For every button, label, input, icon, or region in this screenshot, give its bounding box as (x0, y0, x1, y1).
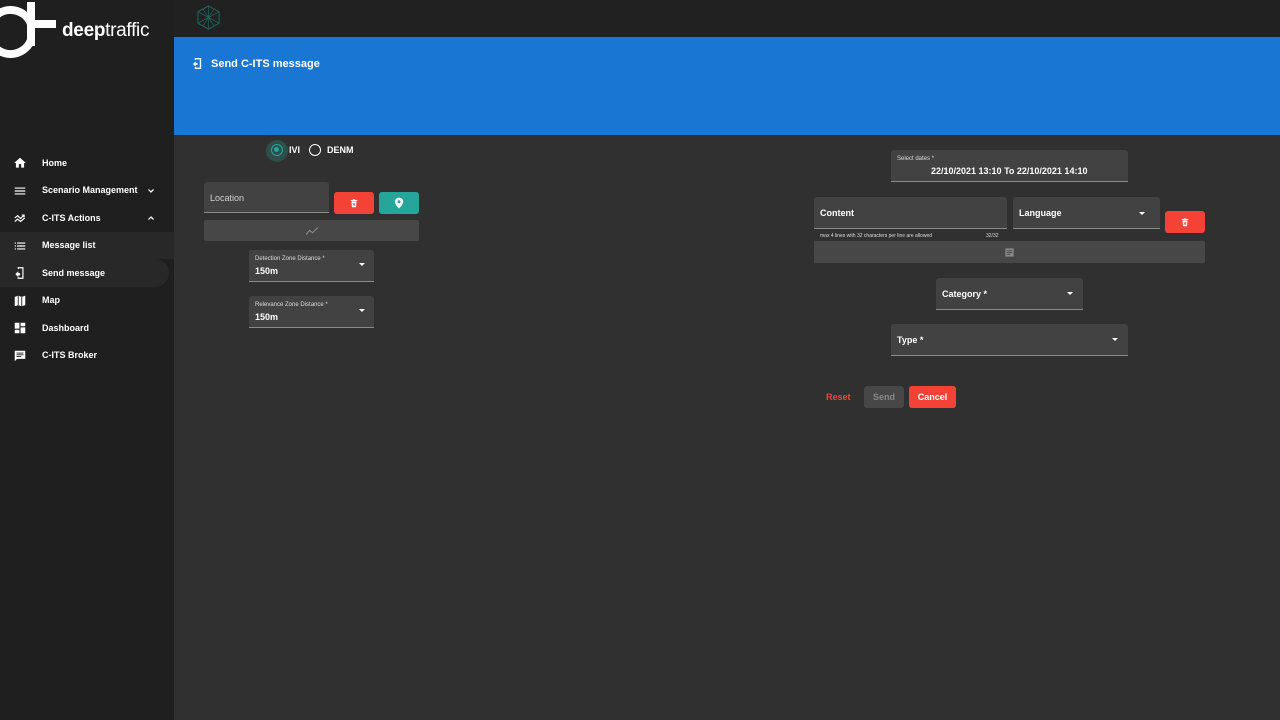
content-label: Content (820, 208, 854, 218)
reset-button[interactable]: Reset (826, 392, 851, 402)
home-icon (14, 157, 26, 168)
location-label: Location (210, 193, 245, 203)
relevance-zone-select[interactable]: Relevance Zone Distance * 150m (249, 296, 374, 328)
sidebar-nav: Home Scenario Management C-ITS Actions M… (0, 149, 174, 369)
sidebar-item-message-list[interactable]: Message list (0, 231, 174, 259)
map-icon (14, 295, 26, 306)
trending-icon (14, 214, 26, 223)
radio-selected-icon (271, 144, 283, 156)
dropdown-arrow-icon (1139, 212, 1145, 215)
dates-value: 22/10/2021 13:10 To 22/10/2021 14:10 (931, 166, 1088, 176)
cancel-button[interactable]: Cancel (909, 386, 956, 408)
radio-unselected-icon (309, 144, 321, 156)
delete-content-button[interactable] (1165, 211, 1205, 233)
network-cube-icon[interactable] (196, 4, 221, 31)
detection-zone-value: 150m (255, 266, 279, 276)
send-button[interactable]: Send (864, 386, 904, 408)
delete-location-button[interactable] (334, 192, 374, 214)
logo-text: deeptraffic (62, 20, 149, 42)
delete-icon (350, 198, 358, 207)
relevance-zone-value: 150m (255, 312, 279, 322)
logo-text-bold: deep (62, 20, 106, 41)
sidebar-item-cits-broker[interactable]: C-ITS Broker (0, 342, 174, 370)
chevron-up-icon (148, 216, 154, 220)
radio-ivi[interactable]: IVI (271, 144, 300, 156)
chevron-down-icon (148, 188, 154, 193)
detection-zone-label: Detection Zone Distance * (255, 256, 325, 262)
sidebar-item-label: Message list (42, 240, 96, 251)
sidebar-item-cits-actions[interactable]: C-ITS Actions (0, 204, 174, 232)
category-label: Category * (942, 289, 988, 299)
radio-denm[interactable]: DENM (309, 144, 354, 156)
sidebar-item-label: Map (42, 295, 60, 306)
type-select[interactable]: Type * (891, 324, 1128, 356)
location-input[interactable]: Location (204, 182, 329, 213)
location-pin-icon (394, 197, 404, 209)
delete-icon (1181, 217, 1189, 226)
radio-label: DENM (327, 145, 354, 155)
sidebar: deeptraffic Home Scenario Management C-I… (0, 0, 174, 720)
dates-picker[interactable]: Select dates * 22/10/2021 13:10 To 22/10… (891, 150, 1128, 182)
sidebar-item-home[interactable]: Home (0, 149, 174, 177)
sidebar-item-label: Dashboard (42, 322, 90, 333)
notes-icon (1005, 247, 1014, 257)
detection-zone-select[interactable]: Detection Zone Distance * 150m (249, 250, 374, 282)
polyline-icon (305, 226, 318, 235)
send-icon (15, 267, 24, 279)
relevance-zone-label: Relevance Zone Distance * (255, 302, 328, 308)
dashboard-icon (14, 322, 26, 334)
language-select[interactable]: Language (1013, 197, 1160, 229)
list-icon (14, 242, 26, 249)
sidebar-item-send-message[interactable]: Send message (0, 259, 169, 287)
draw-route-button[interactable] (204, 220, 419, 241)
content-counter: 32/32 (986, 233, 999, 239)
send-icon (192, 58, 202, 69)
sidebar-item-label: Home (42, 157, 68, 168)
dropdown-arrow-icon (359, 309, 365, 312)
dates-label: Select dates * (897, 156, 935, 162)
sidebar-item-scenario-management[interactable]: Scenario Management (0, 177, 174, 205)
dropdown-arrow-icon (359, 263, 365, 266)
content-input[interactable]: Content (814, 197, 1007, 229)
menu-icon (14, 187, 26, 194)
sidebar-item-label: C-ITS Broker (42, 350, 98, 361)
dropdown-arrow-icon (1067, 292, 1073, 295)
sidebar-item-dashboard[interactable]: Dashboard (0, 314, 174, 342)
radio-label: IVI (289, 145, 301, 155)
logo-text-light: traffic (105, 20, 150, 41)
page-title: Send C-ITS message (211, 58, 320, 70)
page-header: Send C-ITS message (174, 37, 1280, 135)
sidebar-item-label: C-ITS Actions (42, 212, 101, 223)
top-bar (174, 0, 1280, 37)
chat-icon (14, 350, 26, 361)
language-label: Language (1019, 208, 1062, 218)
type-label: Type * (897, 335, 924, 345)
add-content-button[interactable] (814, 241, 1205, 263)
sidebar-item-label: Send message (42, 267, 106, 278)
sidebar-item-map[interactable]: Map (0, 287, 174, 315)
app-logo[interactable]: deeptraffic (0, 0, 174, 80)
dropdown-arrow-icon (1112, 338, 1118, 341)
logo-mark-icon (0, 2, 56, 58)
category-select[interactable]: Category * (936, 278, 1083, 310)
sidebar-item-label: Scenario Management (42, 185, 138, 196)
pick-location-button[interactable] (379, 192, 419, 214)
content-hint: max 4 lines with 32 characters per line … (820, 233, 932, 239)
